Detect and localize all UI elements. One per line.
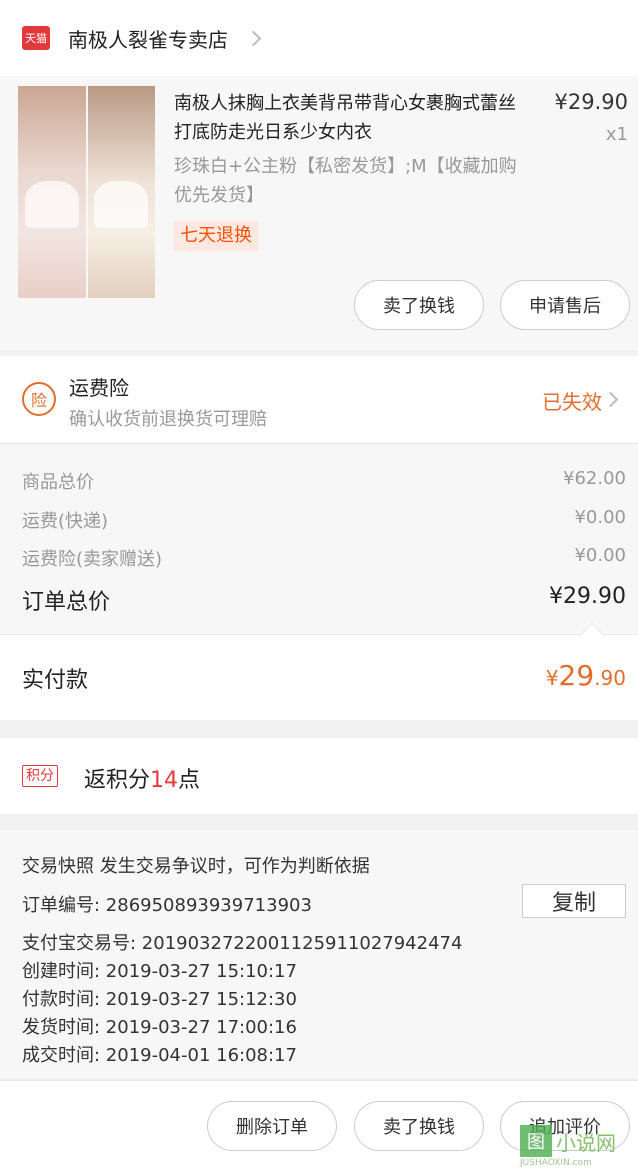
product-sku: 珍珠白+公主粉【私密发货】;M【收藏加购优先发货】 (174, 156, 517, 206)
watermark-url: JUSHAOXIN.com (520, 1158, 592, 1168)
paid-label: 实付款 (22, 668, 89, 693)
shipping-insurance[interactable]: 险 运费险 确认收货前退换货可理赔 已失效 (0, 356, 638, 444)
cost-row: 运费(快递) ¥0.00 (22, 507, 626, 533)
points-prefix: 返积分 (84, 768, 151, 793)
order-total-row: 订单总价 ¥29.90 (22, 584, 626, 616)
after-sale-button[interactable]: 申请售后 (500, 280, 630, 330)
product-price: ¥29.90 (554, 90, 628, 114)
order-total-value: ¥29.90 (549, 584, 626, 609)
points-badge: 积分 (22, 765, 58, 787)
points-text: 返积分14点 (84, 762, 200, 794)
return-policy-tag: 七天退换 (174, 221, 258, 251)
chevron-right-icon (602, 391, 619, 408)
sell-button[interactable]: 卖了换钱 (354, 1101, 484, 1151)
completed-time: 成交时间: 2019-04-01 16:08:17 (22, 1045, 297, 1066)
insurance-subtitle: 确认收货前退换货可理赔 (69, 409, 267, 430)
product-photo-right (87, 86, 155, 298)
order-info: 交易快照 发生交易争议时，可作为判断依据 订单编号: 2869508939397… (0, 830, 638, 1078)
cost-row: 运费险(卖家赠送) ¥0.00 (22, 545, 626, 571)
chevron-right-icon (245, 30, 262, 46)
product-title[interactable]: 南极人抹胸上衣美背吊带背心女裹胸式蕾丝打底防走光日系少女内衣 (174, 89, 526, 147)
points-number: 14 (150, 768, 179, 793)
order-total-label: 订单总价 (22, 590, 111, 615)
shop-header[interactable]: 天猫 南极人裂雀专卖店 (0, 0, 638, 76)
cost-value: ¥0.00 (574, 507, 626, 528)
watermark-icon: 图 (520, 1125, 552, 1157)
insurance-icon: 险 (22, 382, 56, 416)
footer-actions: 删除订单 卖了换钱 追加评价 图 小说网 JUSHAOXIN.com (0, 1080, 638, 1171)
shop-name[interactable]: 南极人裂雀专卖店 (68, 24, 228, 53)
cost-label: 运费(快递) (22, 511, 109, 532)
insurance-title: 运费险 (69, 376, 129, 400)
paid-integer: 29 (558, 659, 595, 692)
alipay-trade-number: 支付宝交易号: 2019032722001125911027942474 (22, 933, 463, 954)
points-suffix: 点 (178, 768, 201, 793)
watermark-text: 小说网 (556, 1131, 616, 1155)
points-row: 积分 返积分14点 (0, 738, 638, 814)
delete-order-button[interactable]: 删除订单 (207, 1101, 337, 1151)
paid-time: 付款时间: 2019-03-27 15:12:30 (22, 989, 297, 1010)
product-image[interactable] (18, 86, 155, 298)
trade-snapshot-link[interactable]: 交易快照 发生交易争议时，可作为判断依据 (22, 852, 370, 878)
paid-amount-row: 实付款 ¥29.90 (0, 622, 638, 720)
created-time: 创建时间: 2019-03-27 15:10:17 (22, 961, 297, 982)
cost-value: ¥0.00 (574, 545, 626, 566)
product-card[interactable]: 南极人抹胸上衣美背吊带背心女裹胸式蕾丝打底防走光日系少女内衣 ¥29.90 x1… (0, 76, 638, 350)
cost-value: ¥62.00 (563, 468, 626, 489)
cost-breakdown: 商品总价 ¥62.00 运费(快递) ¥0.00 运费险(卖家赠送) ¥0.00… (0, 444, 638, 634)
product-photo-left (18, 86, 86, 298)
tmall-icon: 天猫 (22, 26, 50, 50)
paid-decimal: .90 (594, 666, 626, 690)
shipped-time: 发货时间: 2019-03-27 17:00:16 (22, 1017, 297, 1038)
paid-amount: ¥29.90 (546, 659, 626, 692)
sell-button[interactable]: 卖了换钱 (354, 280, 484, 330)
cost-row: 商品总价 ¥62.00 (22, 468, 626, 494)
cost-label: 商品总价 (22, 472, 94, 493)
paid-currency: ¥ (545, 666, 559, 690)
copy-button[interactable]: 复制 (522, 884, 626, 918)
product-quantity: x1 (605, 124, 628, 145)
insurance-status[interactable]: 已失效 (542, 386, 602, 415)
watermark-logo: 图 小说网 JUSHAOXIN.com (520, 1125, 632, 1168)
cost-label: 运费险(卖家赠送) (22, 549, 163, 570)
order-number: 订单编号: 286950893939713903 (22, 895, 312, 916)
